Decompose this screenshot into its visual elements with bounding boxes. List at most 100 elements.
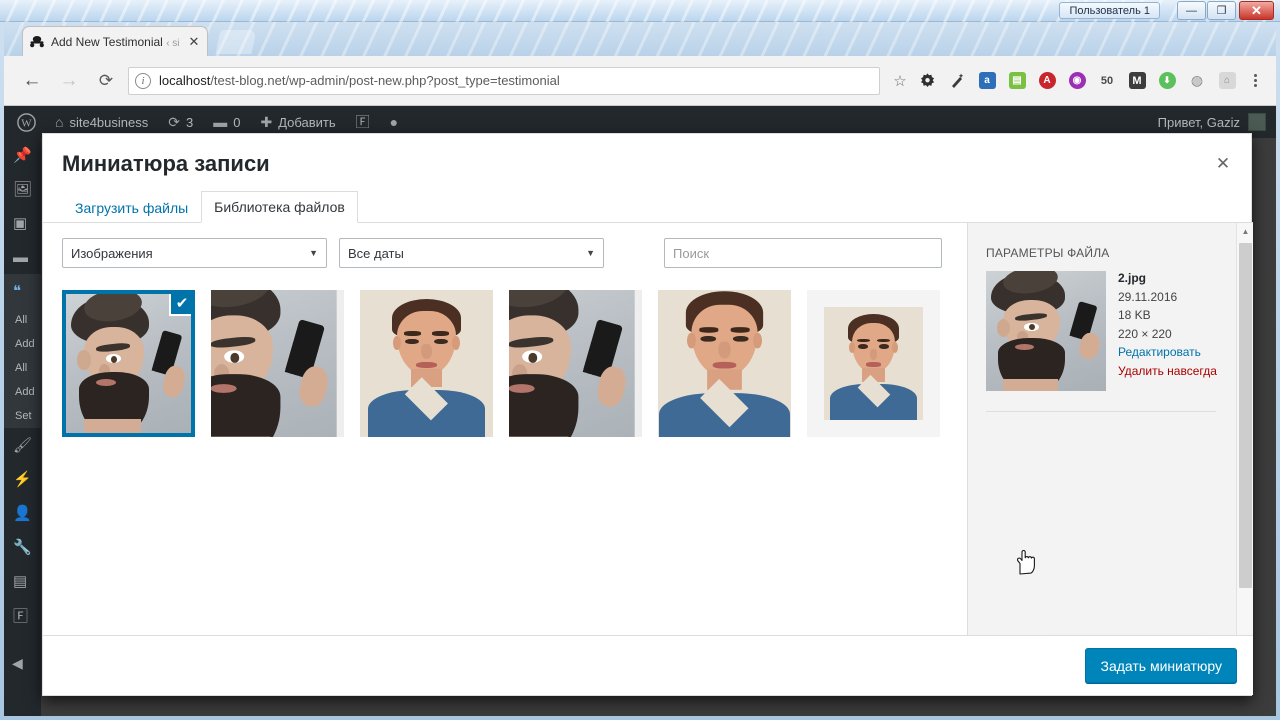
- bookmark-star-icon[interactable]: ☆: [888, 69, 912, 93]
- sidebar-item-media[interactable]: 🖼: [4, 172, 41, 206]
- attachment-portrait-3-padded[interactable]: [807, 290, 940, 437]
- browser-tab-title: Add New Testimonial ‹ si: [51, 35, 187, 49]
- tab-close-icon[interactable]: ✕: [187, 35, 201, 49]
- maximize-icon: ❐: [1216, 5, 1227, 17]
- sidebar-item-testimonials[interactable]: ❝: [4, 274, 41, 308]
- amazon-icon[interactable]: a: [974, 68, 1000, 94]
- delete-attachment-link[interactable]: Удалить навсегда: [1118, 362, 1217, 381]
- modal-tabs: Загрузить файлы Библиотека файлов: [62, 191, 358, 223]
- updates-icon: ⟳: [168, 113, 180, 130]
- forward-button[interactable]: →: [53, 65, 85, 97]
- sidebar-item-pages[interactable]: ▣: [4, 206, 41, 240]
- library-toolbar: Изображения ▼ Все даты ▼ Поиск: [62, 238, 942, 270]
- extensions-bar: a ▤ A ◉ 50 M ⬇ ◍ ⌂: [912, 68, 1276, 94]
- reload-button[interactable]: ⟳: [90, 65, 122, 97]
- admin-bar-account[interactable]: Привет, Gaziz: [1158, 113, 1276, 131]
- browser-tab[interactable]: Add New Testimonial ‹ si ✕: [22, 26, 208, 56]
- edit-attachment-link[interactable]: Редактировать: [1118, 343, 1217, 362]
- modal-body: Изображения ▼ Все даты ▼ Поиск ✔ ПАРАМЕТ…: [43, 223, 1253, 659]
- photo-young-man: [824, 307, 923, 420]
- attachment-portrait-2[interactable]: [658, 290, 791, 437]
- adblock-icon[interactable]: A: [1034, 68, 1060, 94]
- attachment-portrait-1[interactable]: [360, 290, 493, 437]
- media-date-value: Все даты: [348, 245, 404, 261]
- chrome-menu-icon[interactable]: [1242, 68, 1268, 94]
- wp-admin-sidebar: 📌 🖼 ▣ ▬ ❝ All Add All Add Set 🖌 ⚡ 👤 🔧 ▤ …: [4, 138, 41, 716]
- search-bubble-icon[interactable]: ◍: [1184, 68, 1210, 94]
- archive-icon[interactable]: ▤: [1004, 68, 1030, 94]
- media-type-select[interactable]: Изображения ▼: [62, 238, 327, 268]
- details-scrollbar[interactable]: ▲ ▼: [1236, 223, 1253, 659]
- url-path: /test-blog.net/wp-admin/post-new.php?pos…: [210, 73, 560, 88]
- sidebar-submenu-item[interactable]: Add: [4, 380, 41, 404]
- circle-icon: ●: [389, 114, 399, 130]
- attachment-thumbnail: [658, 290, 791, 437]
- sidebar-item-forms[interactable]: 🄵: [4, 598, 41, 632]
- attachment-filesize: 18 KB: [1118, 308, 1151, 323]
- sidebar-submenu-item[interactable]: All: [4, 308, 41, 332]
- adblock-glyph: A: [1038, 72, 1056, 89]
- sidebar-item-settings[interactable]: ▤: [4, 564, 41, 598]
- pin-icon: 📌: [13, 147, 32, 164]
- new-tab-button[interactable]: [215, 30, 257, 54]
- media-date-select[interactable]: Все даты ▼: [339, 238, 604, 268]
- back-button[interactable]: ←: [16, 65, 48, 97]
- address-bar-url: localhost/test-blog.net/wp-admin/post-ne…: [159, 73, 560, 88]
- attachment-preview: [986, 271, 1106, 391]
- sidebar-item-plugins[interactable]: ⚡: [4, 462, 41, 496]
- scroll-up-icon[interactable]: ▲: [1237, 223, 1254, 240]
- tab-upload-files[interactable]: Загрузить файлы: [62, 191, 201, 223]
- wordpress-logo-icon[interactable]: W: [4, 106, 45, 138]
- details-divider: [986, 411, 1216, 412]
- avatar: [1248, 113, 1266, 131]
- sidebar-submenu-item[interactable]: All: [4, 356, 41, 380]
- sidebar-submenu-item[interactable]: Set: [4, 404, 41, 428]
- tab-title-suffix: ‹ si: [166, 37, 180, 49]
- sidebar-collapse-button[interactable]: ◀: [4, 646, 41, 680]
- tab-strip: Add New Testimonial ‹ si ✕: [4, 22, 1276, 56]
- gear-icon[interactable]: [914, 68, 940, 94]
- set-thumbnail-button[interactable]: Задать миниатюру: [1085, 648, 1237, 683]
- window-maximize-button[interactable]: ❐: [1207, 1, 1236, 20]
- sidebar-item-comments[interactable]: ▬: [4, 240, 41, 274]
- seo-glyph: 50: [1100, 74, 1114, 87]
- archive-glyph: ▤: [1008, 72, 1026, 89]
- sidebar-item-tools[interactable]: 🔧: [4, 530, 41, 564]
- url-host: localhost: [159, 73, 211, 88]
- scrollbar-thumb[interactable]: [1239, 243, 1252, 588]
- sidebar-item-pin[interactable]: 📌: [4, 138, 41, 172]
- modal-close-button[interactable]: ✕: [1205, 146, 1241, 182]
- attachment-thumbnail: [360, 290, 493, 437]
- forms-icon: 🄵: [13, 607, 29, 625]
- window-close-button[interactable]: ✕: [1239, 1, 1274, 20]
- user-badge-icon[interactable]: ◉: [1064, 68, 1090, 94]
- address-bar[interactable]: i localhost/test-blog.net/wp-admin/post-…: [128, 66, 880, 95]
- attachment-bearded-3[interactable]: [509, 290, 642, 437]
- seo-icon[interactable]: 50: [1094, 68, 1120, 94]
- window-titlebar: Пользователь 1 — ❐ ✕: [0, 0, 1280, 22]
- wand-icon[interactable]: [944, 68, 970, 94]
- attachment-bearded-2[interactable]: [211, 290, 344, 437]
- attachment-2-jpg[interactable]: ✔: [62, 290, 195, 437]
- search-input[interactable]: Поиск: [664, 238, 942, 268]
- lock-icon[interactable]: ⌂: [1214, 68, 1240, 94]
- attachment-thumbnail: [824, 307, 923, 420]
- comments-icon: ▬: [213, 114, 228, 130]
- site-info-icon[interactable]: i: [135, 72, 151, 89]
- attachment-metadata: 2.jpg 29.11.2016 18 KB 220 × 220 Редакти…: [1118, 269, 1217, 381]
- photo-young-man: [360, 290, 493, 437]
- download-icon[interactable]: ⬇: [1154, 68, 1180, 94]
- attachments-grid: ✔: [62, 290, 947, 437]
- window-user-badge: Пользователь 1: [1059, 2, 1160, 19]
- os-window-frame: Пользователь 1 — ❐ ✕ Add New Testimonial…: [0, 0, 1280, 720]
- attachment-thumbnail: [509, 290, 642, 437]
- tab-media-library[interactable]: Библиотека файлов: [201, 191, 358, 223]
- plus-icon: ✚: [260, 113, 273, 130]
- sidebar-item-appearance[interactable]: 🖌: [4, 428, 41, 462]
- window-minimize-button[interactable]: —: [1177, 1, 1206, 20]
- mega-icon[interactable]: M: [1124, 68, 1150, 94]
- chrome-browser: Add New Testimonial ‹ si ✕ ← → ⟳ i local…: [4, 22, 1276, 716]
- sidebar-item-users[interactable]: 👤: [4, 496, 41, 530]
- attachment-selected-checkbox[interactable]: ✔: [169, 294, 191, 316]
- sidebar-submenu-item[interactable]: Add: [4, 332, 41, 356]
